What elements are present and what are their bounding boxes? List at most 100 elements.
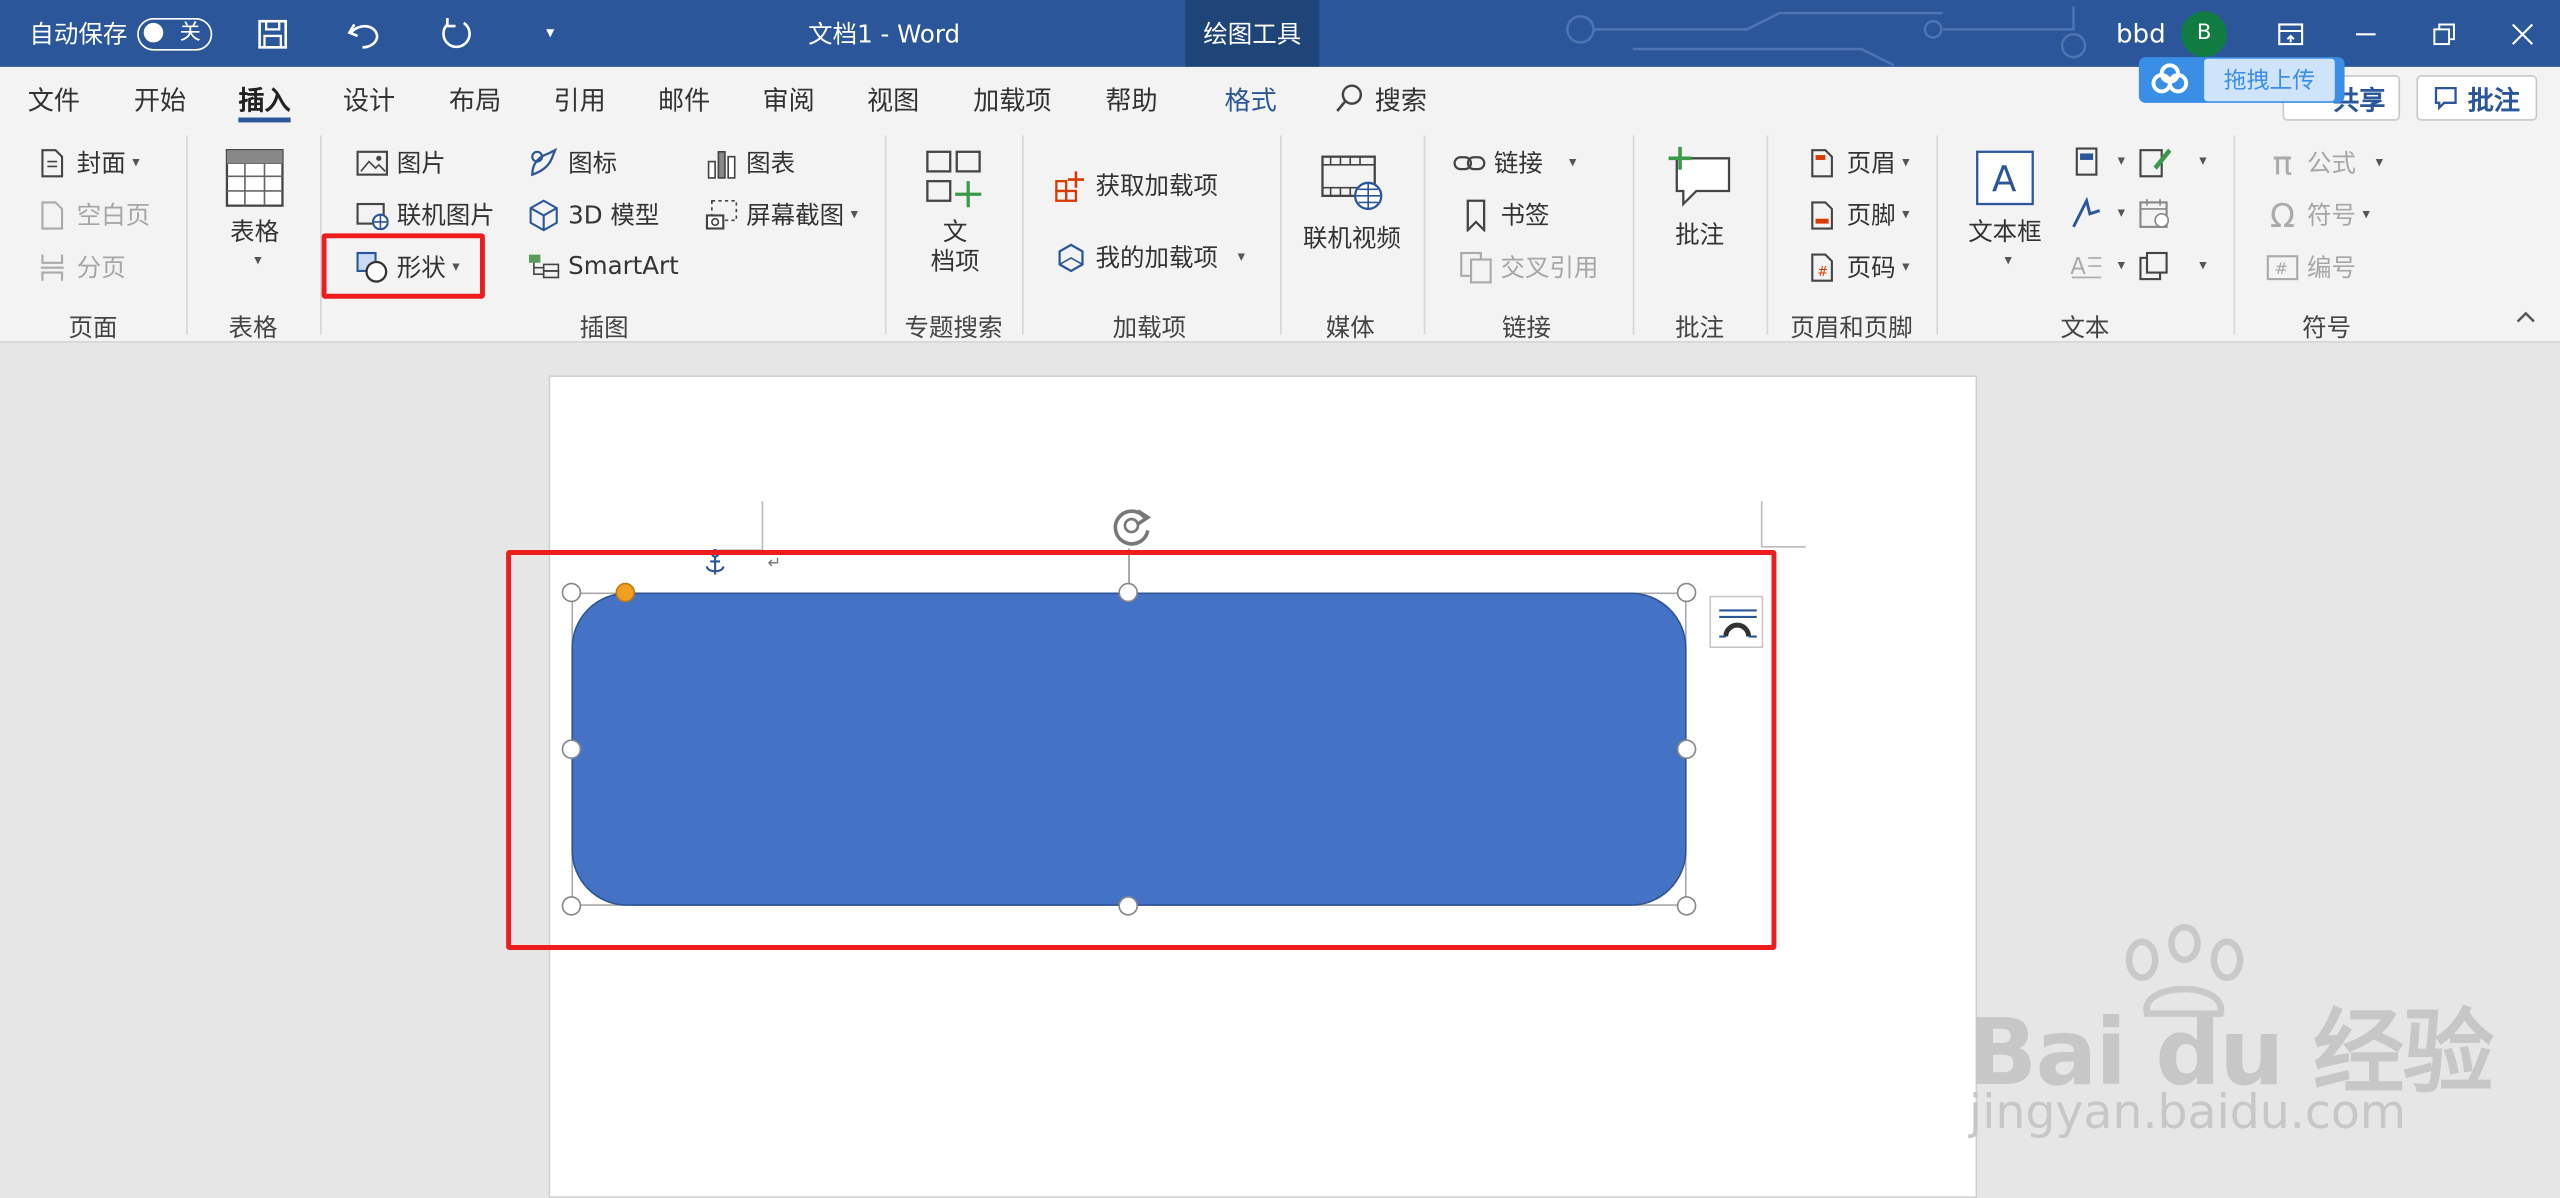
- online-video-icon: [1321, 155, 1383, 211]
- online-video-label: 联机视频: [1302, 223, 1401, 253]
- cross-reference-label: 交叉引用: [1500, 252, 1599, 283]
- autosave-toggle[interactable]: 关: [137, 17, 213, 50]
- autosave[interactable]: 自动保存 关: [29, 0, 213, 67]
- page-break-button[interactable]: 分页: [36, 250, 126, 284]
- online-picture-icon: [356, 198, 389, 231]
- tab-review[interactable]: 审阅: [762, 67, 814, 129]
- footer-icon: [1806, 198, 1839, 231]
- bookmark-button[interactable]: 书签: [1460, 197, 1549, 231]
- search-label: 搜索: [1374, 84, 1428, 116]
- close-button[interactable]: [2498, 0, 2547, 67]
- dropdown-arrow-icon: ▾: [2117, 153, 2126, 170]
- text-box-icon: A: [1976, 150, 2034, 206]
- 3d-models-label: 3D 模型: [568, 200, 660, 231]
- tab-references[interactable]: 引用: [553, 67, 605, 129]
- online-picture-button[interactable]: 联机图片: [356, 197, 495, 231]
- toggle-knob: [143, 22, 164, 43]
- symbol-button[interactable]: Ω 符号 ▾: [2266, 195, 2370, 234]
- chart-label: 图表: [746, 148, 796, 178]
- blank-page-button[interactable]: 空白页: [36, 197, 150, 231]
- tab-mailings[interactable]: 邮件: [658, 67, 710, 129]
- svg-text:A: A: [2070, 254, 2086, 280]
- drop-cap-button[interactable]: A ▾: [2070, 250, 2125, 283]
- avatar[interactable]: B: [2181, 10, 2228, 57]
- redo-button[interactable]: [433, 0, 482, 67]
- rotate-icon: [1113, 509, 1152, 546]
- dropdown-arrow-icon: ▾: [1902, 154, 1910, 171]
- date-time-button[interactable]: [2139, 197, 2180, 230]
- chevron-up-icon: [2516, 311, 2535, 323]
- text-box-button[interactable]: A 文本框 ▾: [1963, 149, 2048, 276]
- save-button[interactable]: [248, 0, 297, 67]
- numbering-button[interactable]: # 编号: [2266, 250, 2356, 284]
- table-button[interactable]: 表格 ▾: [212, 149, 297, 276]
- tab-insert[interactable]: 插入: [238, 67, 291, 129]
- group-label-header-footer: 页眉和页脚: [1790, 313, 1913, 343]
- group-label-addins: 加载项: [1112, 313, 1187, 343]
- drawing-tools-context: 绘图工具: [1185, 0, 1320, 67]
- get-addins-label: 获取加载项: [1095, 171, 1219, 201]
- search-icon: [1336, 84, 1363, 112]
- get-addins-button[interactable]: 获取加载项: [1055, 168, 1218, 202]
- rotate-handle[interactable]: [1105, 501, 1157, 556]
- redo-icon: [442, 17, 471, 48]
- tab-file[interactable]: 文件: [28, 67, 80, 129]
- page-number-button[interactable]: # 页码 ▾: [1806, 250, 1910, 284]
- tab-help[interactable]: 帮助: [1105, 67, 1157, 129]
- 3d-models-button[interactable]: 3D 模型: [527, 197, 659, 231]
- icons-icon: [527, 146, 560, 179]
- cover-page-label: 封面: [76, 148, 126, 178]
- quick-parts-icon: [2070, 145, 2103, 178]
- comments-button[interactable]: 批注: [2416, 75, 2538, 121]
- icons-button[interactable]: 图标: [527, 145, 617, 179]
- tab-home[interactable]: 开始: [134, 67, 186, 129]
- smartart-label: SmartArt: [568, 251, 679, 281]
- link-label: 链接: [1493, 148, 1543, 178]
- dropdown-arrow-icon: ▾: [2199, 257, 2207, 275]
- tab-format[interactable]: 格式: [1225, 67, 1277, 129]
- tab-addins[interactable]: 加载项: [973, 67, 1051, 129]
- quick-parts-button[interactable]: ▾: [2070, 145, 2125, 178]
- restore-button[interactable]: [2420, 0, 2469, 67]
- tab-layout[interactable]: 布局: [449, 67, 501, 129]
- object-button[interactable]: ▾: [2139, 250, 2207, 283]
- customize-qat-button[interactable]: ▾: [526, 0, 575, 67]
- equation-button[interactable]: π 公式 ▾: [2266, 143, 2383, 182]
- dropdown-arrow-icon: ▾: [1902, 258, 1910, 276]
- tab-view[interactable]: 视图: [867, 67, 919, 129]
- smartart-button[interactable]: SmartArt: [527, 250, 679, 283]
- header-button[interactable]: 页眉 ▾: [1806, 145, 1910, 179]
- undo-button[interactable]: [340, 0, 389, 67]
- blank-page-icon: [36, 198, 69, 231]
- cross-reference-button[interactable]: 交叉引用: [1460, 250, 1599, 284]
- object-icon: [2139, 250, 2172, 283]
- equation-label: 公式: [2307, 148, 2357, 178]
- save-icon: [258, 19, 288, 48]
- signature-line-button[interactable]: ▾: [2139, 145, 2207, 178]
- picture-button[interactable]: 图片: [356, 145, 446, 179]
- header-label: 页眉: [1846, 148, 1896, 178]
- svg-text:#: #: [1817, 264, 1828, 279]
- bookmark-icon: [1460, 198, 1493, 231]
- dropdown-arrow-icon: ▾: [2117, 257, 2126, 275]
- online-video-button[interactable]: 联机视频: [1300, 152, 1404, 253]
- chart-button[interactable]: 图表: [705, 145, 795, 179]
- upload-button[interactable]: 拖拽上传: [2138, 57, 2345, 103]
- dropdown-arrow-icon: ▾: [2199, 153, 2207, 170]
- new-comment-button[interactable]: 批注: [1662, 145, 1737, 250]
- minimize-button[interactable]: [2341, 0, 2390, 67]
- screenshot-button[interactable]: 屏幕截图 ▾: [705, 197, 858, 231]
- group-label-text: 文本: [2060, 313, 2110, 343]
- group-separator: [1280, 135, 1282, 335]
- group-label-topic: 专题搜索: [904, 313, 1003, 343]
- store-icon: [1055, 169, 1088, 202]
- my-addins-button[interactable]: 我的加载项 ▾: [1055, 240, 1245, 274]
- tab-design[interactable]: 设计: [343, 67, 395, 129]
- footer-button[interactable]: 页脚 ▾: [1806, 197, 1910, 231]
- wordart-button[interactable]: ▾: [2070, 197, 2125, 230]
- search-box[interactable]: 搜索: [1336, 67, 1427, 129]
- cover-page-button[interactable]: 封面 ▾: [36, 145, 140, 179]
- document-item-button[interactable]: 文 档项: [914, 149, 996, 276]
- link-button[interactable]: 链接 ▾: [1453, 145, 1576, 179]
- collapse-ribbon-button[interactable]: [2514, 308, 2537, 324]
